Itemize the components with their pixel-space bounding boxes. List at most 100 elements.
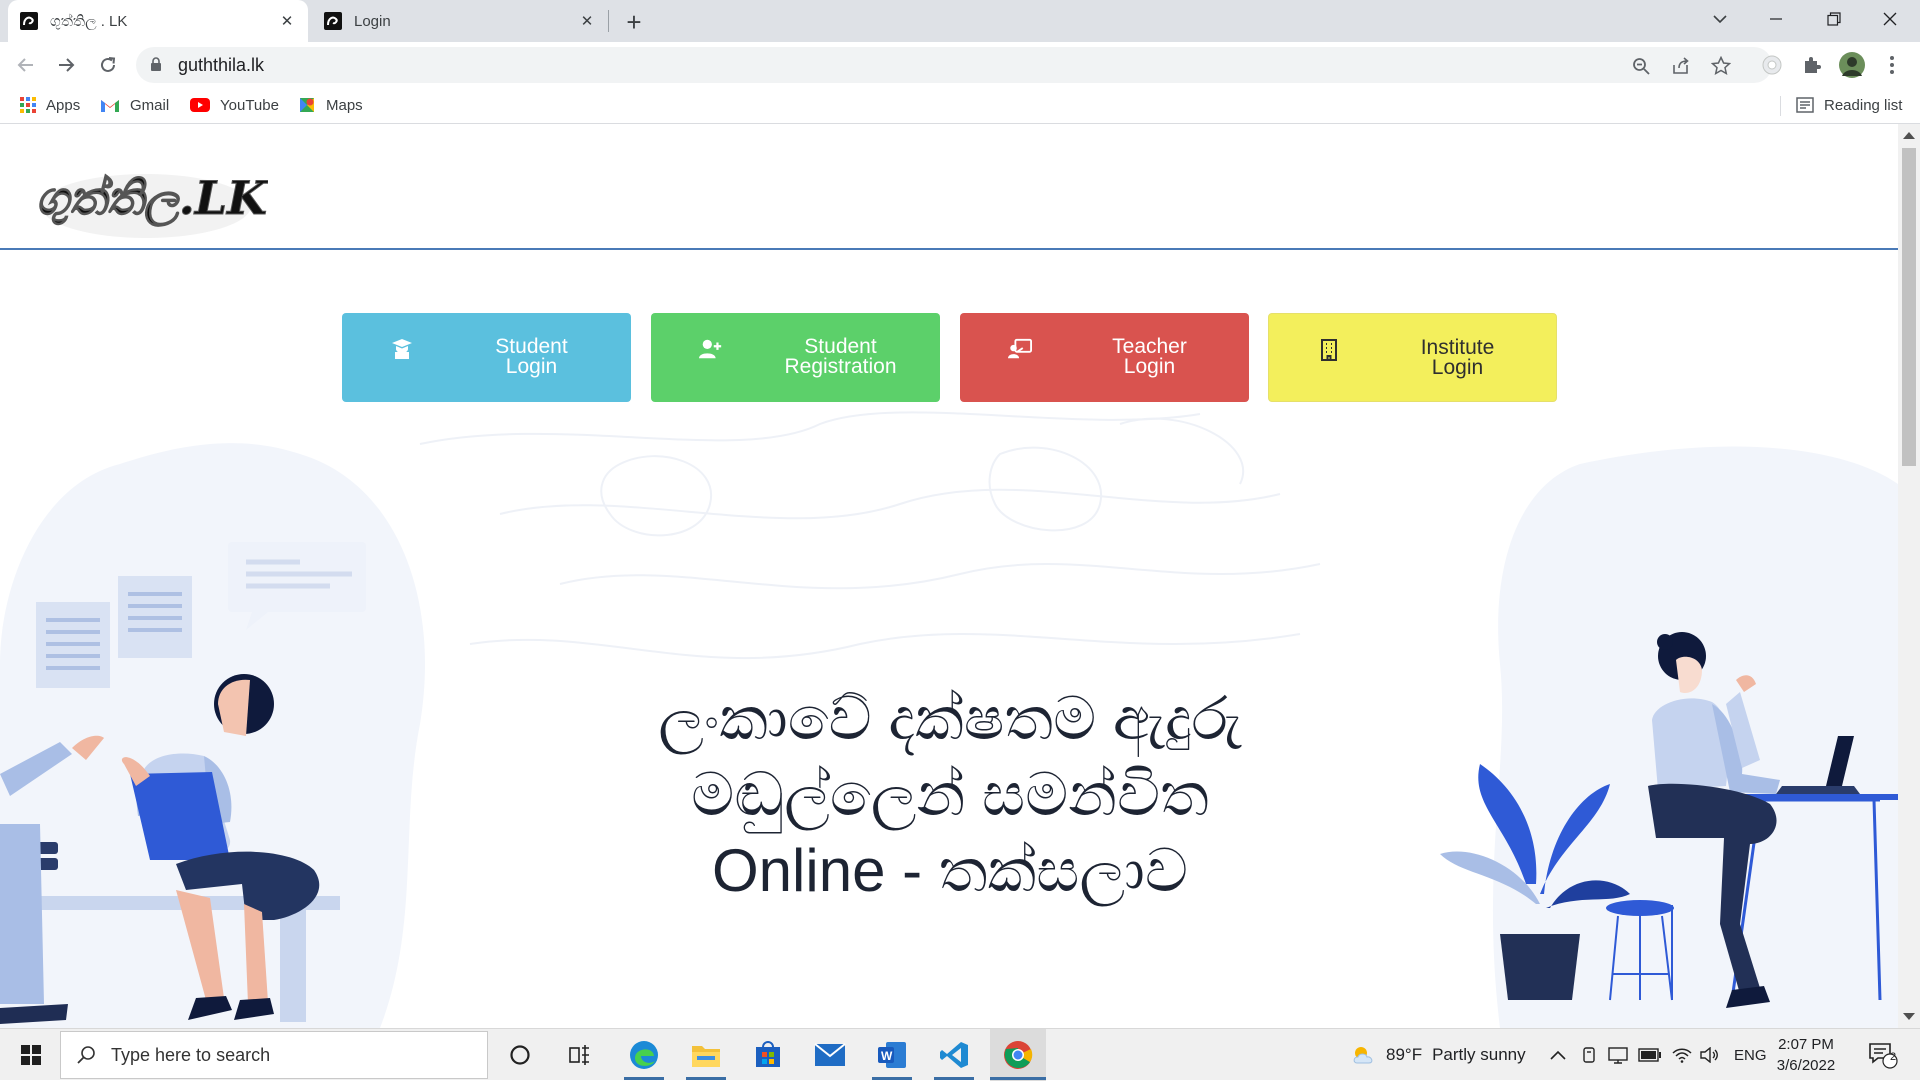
weather-widget[interactable]: 89°F Partly sunny [1350, 1029, 1526, 1081]
add-user-icon [699, 339, 722, 359]
bookmark-maps[interactable]: Maps [298, 88, 363, 122]
system-clock[interactable]: 2:07 PM 3/6/2022 [1770, 1034, 1842, 1076]
clock-time: 2:07 PM [1778, 1036, 1834, 1053]
bookmark-label: Maps [326, 96, 363, 114]
store-app[interactable] [742, 1029, 794, 1081]
windows-logo-icon [21, 1045, 41, 1065]
bookmarks-bar: Apps Gmail YouTube Maps Reading list [0, 88, 1920, 124]
wifi-icon[interactable] [1672, 1029, 1692, 1081]
bookmark-star-icon[interactable] [1710, 55, 1732, 77]
tab-search-button[interactable] [1692, 0, 1748, 38]
maps-icon [298, 96, 316, 114]
teacher-icon [1008, 338, 1032, 359]
minimize-icon [1770, 18, 1782, 20]
logo-text: ගුත්තිල.LK [36, 171, 268, 227]
reload-button[interactable] [94, 51, 122, 79]
button-label: Student Registration [784, 335, 897, 378]
minimize-button[interactable] [1748, 0, 1804, 38]
building-icon [1321, 339, 1337, 361]
battery-icon[interactable] [1638, 1029, 1662, 1081]
search-icon [77, 1046, 95, 1064]
back-button[interactable] [12, 51, 40, 79]
taskbar-search-box[interactable]: Type here to search [60, 1031, 488, 1079]
student-login-button[interactable]: Student Login [342, 313, 631, 402]
search-placeholder: Type here to search [111, 1044, 271, 1065]
extensions-puzzle-icon[interactable] [1798, 51, 1826, 79]
reload-icon [101, 57, 116, 72]
bookmark-label: Gmail [130, 96, 170, 114]
vscode-app[interactable] [928, 1029, 980, 1081]
word-icon: W [878, 1042, 906, 1068]
address-bar[interactable]: guththila.lk [136, 47, 1772, 83]
show-hidden-icons[interactable] [1550, 1029, 1566, 1081]
reading-list-button[interactable]: Reading list [1796, 88, 1902, 122]
chrome-app[interactable] [990, 1029, 1046, 1081]
new-tab-button[interactable]: + [620, 6, 648, 37]
gmail-icon [100, 98, 120, 113]
apps-grid-icon [20, 97, 36, 113]
extension-icon[interactable] [1758, 51, 1786, 79]
notification-count: 2 [1889, 1051, 1897, 1063]
profile-avatar[interactable] [1838, 51, 1866, 79]
menu-kebab-icon[interactable] [1878, 51, 1906, 79]
tab-login[interactable]: Login ✕ [312, 0, 608, 42]
lock-icon [151, 57, 161, 71]
edge-app[interactable] [618, 1029, 670, 1081]
restore-icon [1827, 12, 1841, 26]
share-icon[interactable] [1670, 55, 1692, 77]
close-tab-icon[interactable]: ✕ [578, 12, 596, 30]
language-indicator[interactable]: ENG [1734, 1029, 1767, 1081]
illustration-left-study [0, 542, 366, 1024]
file-explorer-app[interactable] [680, 1029, 732, 1081]
scrollbar-thumb[interactable] [1902, 148, 1916, 466]
mail-app[interactable] [804, 1029, 856, 1081]
plant-icon [1440, 764, 1630, 1000]
site-header: ගුත්තිල.LK [0, 146, 1898, 250]
bookmark-label: Apps [46, 96, 81, 114]
site-logo[interactable]: ගුත්තිල.LK [28, 146, 268, 246]
tab-guththila[interactable]: ගුත්තිල . LK ✕ [8, 0, 308, 42]
forward-arrow-icon [59, 58, 75, 72]
partly-sunny-icon [1353, 1047, 1373, 1064]
cortana-button[interactable] [500, 1029, 540, 1081]
windows-taskbar: Type here to search W 89°F Partly sunny [0, 1028, 1920, 1081]
teacher-login-button[interactable]: Teacher Login [960, 313, 1249, 402]
illustration-right-laptop [1440, 632, 1898, 1008]
bookmark-youtube[interactable]: YouTube [190, 88, 279, 122]
action-center-button[interactable]: 2 [1868, 1029, 1898, 1081]
mail-icon [814, 1043, 846, 1066]
chevron-up-icon [1550, 1050, 1566, 1060]
button-label: Institute Login [1420, 336, 1495, 379]
vscode-icon [940, 1042, 968, 1068]
forward-button[interactable] [52, 51, 80, 79]
word-app[interactable]: W [866, 1029, 918, 1081]
close-tab-icon[interactable]: ✕ [278, 12, 296, 30]
institute-login-button[interactable]: Institute Login [1268, 313, 1557, 402]
site-favicon-icon [324, 12, 342, 30]
task-view-button[interactable] [560, 1029, 600, 1081]
zoom-icon[interactable] [1630, 55, 1652, 77]
start-button[interactable] [10, 1029, 52, 1081]
student-registration-button[interactable]: Student Registration [651, 313, 940, 402]
weather-temp: 89°F [1386, 1045, 1423, 1064]
tray-screen-icon[interactable] [1608, 1029, 1628, 1081]
scroll-down-arrow-icon[interactable] [1903, 1013, 1915, 1020]
store-icon [756, 1041, 780, 1067]
tab-title: ගුත්තිල . LK [50, 12, 128, 30]
plus-icon: + [626, 6, 642, 37]
bookmark-gmail[interactable]: Gmail [100, 88, 169, 122]
restore-button[interactable] [1806, 0, 1862, 38]
svg-text:W: W [881, 1049, 893, 1063]
close-window-button[interactable] [1862, 0, 1918, 38]
volume-icon[interactable] [1700, 1029, 1720, 1081]
button-label: Teacher Login [1112, 335, 1187, 378]
tab-divider [608, 10, 609, 32]
web-page: ගුත්තිල.LK Student Login Student Registrat… [0, 124, 1898, 1028]
youtube-icon [190, 98, 210, 112]
tray-device-icon[interactable] [1580, 1029, 1598, 1081]
page-scrollbar[interactable] [1898, 124, 1920, 1028]
bookmark-apps[interactable]: Apps [20, 88, 80, 122]
scroll-up-arrow-icon[interactable] [1903, 132, 1915, 139]
bookmark-label: YouTube [220, 96, 279, 114]
button-label: Student Login [495, 335, 568, 378]
